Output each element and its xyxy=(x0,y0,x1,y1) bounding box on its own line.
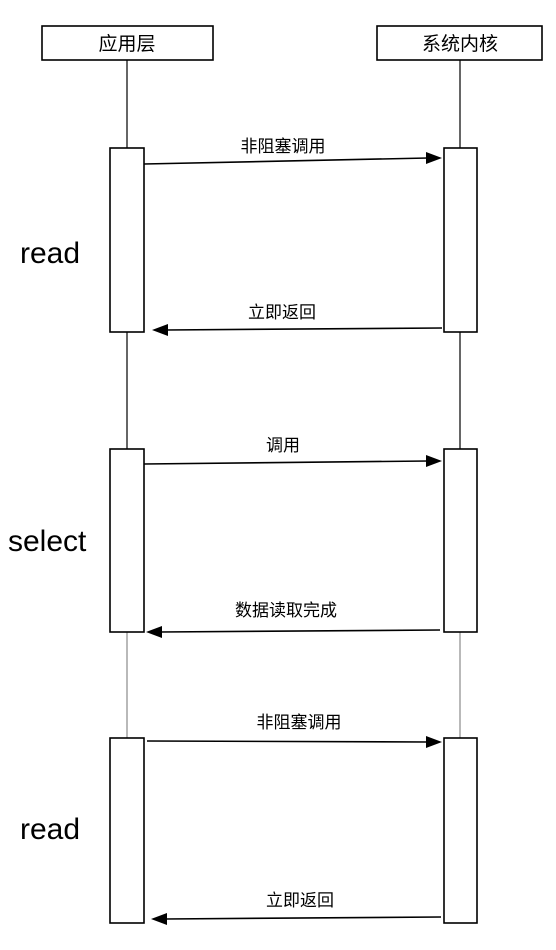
response-arrow-1 xyxy=(152,324,443,336)
sequence-diagram: 应用层 系统内核 read select read 非阻塞调用 立即返回 调用 … xyxy=(8,25,543,925)
request-arrow-3 xyxy=(146,736,442,748)
response-label-2: 数据读取完成 xyxy=(235,601,337,621)
participant-app: 应用层 xyxy=(41,25,214,61)
response-arrow-3 xyxy=(151,913,442,925)
phase-label-read-2: read xyxy=(20,813,80,846)
kernel-activation-select xyxy=(443,448,478,633)
phase-label-select: select xyxy=(8,525,87,558)
phase-label-read-1: read xyxy=(20,237,80,270)
app-activation-read-1 xyxy=(109,147,145,333)
request-label-1: 非阻塞调用 xyxy=(241,137,326,157)
participant-kernel: 系统内核 xyxy=(376,25,543,61)
response-label-3: 立即返回 xyxy=(266,891,334,911)
app-activation-read-2 xyxy=(109,737,145,924)
request-label-2: 调用 xyxy=(266,436,300,456)
response-label-1: 立即返回 xyxy=(248,303,316,323)
kernel-activation-read-1 xyxy=(443,147,478,333)
request-label-3: 非阻塞调用 xyxy=(257,713,342,733)
request-arrow-2 xyxy=(143,455,442,467)
participant-app-label: 应用层 xyxy=(98,33,155,55)
response-arrow-2 xyxy=(146,626,441,638)
participant-kernel-label: 系统内核 xyxy=(422,33,498,55)
app-activation-select xyxy=(109,448,145,633)
kernel-activation-read-2 xyxy=(443,737,478,924)
